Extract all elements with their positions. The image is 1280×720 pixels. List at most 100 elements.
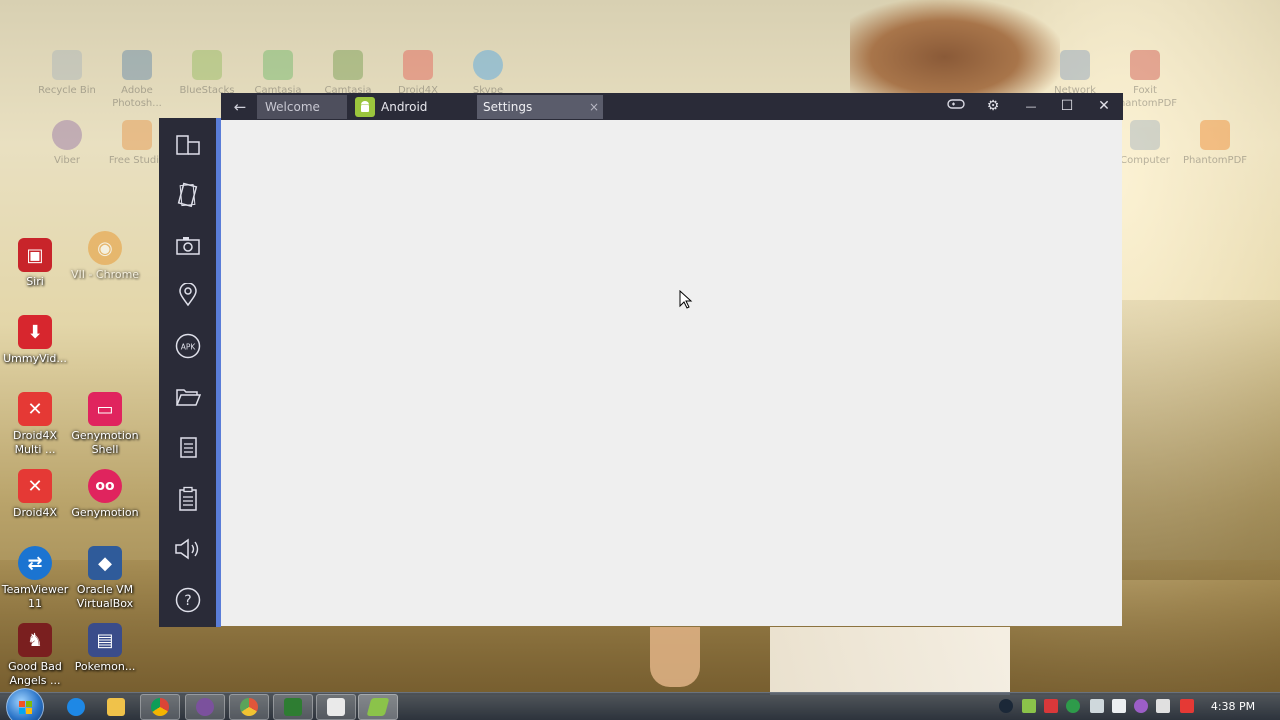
desktop-icon-siri[interactable]: ▣ Siri (0, 238, 70, 289)
rotate-screen-icon[interactable] (173, 130, 203, 160)
desktop-icon-network[interactable]: Network (1040, 50, 1110, 97)
wallpaper-figure-dress (770, 627, 1010, 695)
taskbar-file-explorer[interactable] (96, 694, 136, 720)
free-studio-icon (122, 120, 152, 150)
desktop-icon-virtualbox[interactable]: ◆ Oracle VM VirtualBox (70, 546, 140, 611)
desktop-icon-droid4x[interactable]: ✕ Droid4X (0, 469, 70, 520)
screenshot-camera-icon[interactable] (173, 231, 203, 261)
svg-text:APK: APK (181, 343, 197, 352)
desktop-icon-droid4x-top[interactable]: Droid4X (383, 50, 453, 97)
internet-explorer-icon (67, 698, 85, 716)
camtasia-recorder-icon (284, 698, 302, 716)
location-pin-icon[interactable] (173, 280, 203, 310)
bluestacks-icon (192, 50, 222, 80)
emulator-content-area[interactable] (221, 120, 1122, 626)
phantompdf-icon (1200, 120, 1230, 150)
settings-gear-icon[interactable]: ⚙ (978, 93, 1008, 120)
steam-tray-icon[interactable] (999, 699, 1013, 713)
genymotion-shell-icon: ▭ (88, 392, 122, 426)
viber-tray-icon[interactable] (1134, 699, 1148, 713)
tab-android[interactable]: Android (351, 95, 473, 119)
tab-welcome-label: Welcome (265, 100, 320, 114)
action-center-tray-icon[interactable] (1156, 699, 1170, 713)
taskbar-camtasia-recorder[interactable] (273, 694, 313, 720)
camtasia-icon (333, 50, 363, 80)
tab-close-icon[interactable]: × (589, 95, 599, 119)
folder-icon[interactable] (173, 382, 203, 412)
droid4x-icon (403, 50, 433, 80)
genymotion-icon: oo (88, 469, 122, 503)
desktop-icon-viber-top[interactable]: Viber (32, 120, 102, 167)
viber-icon (52, 120, 82, 150)
desktop-icon-pokemon[interactable]: ▤ Pokemon... (70, 623, 140, 674)
maximize-button[interactable]: ☐ (1052, 93, 1082, 120)
taskbar-bluestacks[interactable] (358, 694, 398, 720)
wallpaper-trees (1120, 300, 1280, 580)
bluestacks-icon (366, 698, 390, 716)
desktop-icon-camtasia-1[interactable]: Camtasia (243, 50, 313, 97)
tab-settings-label: Settings (483, 100, 533, 114)
desktop-icon-genymotion[interactable]: oo Genymotion (70, 469, 140, 520)
taskbar: 4:38 PM (0, 688, 1280, 720)
camtasia-icon (263, 50, 293, 80)
viber-icon (196, 698, 214, 716)
sync-tray-icon[interactable] (1066, 699, 1080, 713)
desktop-icon-good-bad-angels[interactable]: ♞ Good Bad Angels ... (0, 623, 70, 688)
desktop-icon-recycle-bin[interactable]: Recycle Bin (32, 50, 102, 97)
apk-install-icon[interactable]: APK (173, 331, 203, 361)
close-button[interactable]: ✕ (1089, 93, 1119, 120)
start-button[interactable] (6, 688, 44, 720)
wallpaper-figure-arm (650, 627, 700, 687)
desktop-icon-phantompdf[interactable]: PhantomPDF (1180, 120, 1250, 167)
android-icon (355, 97, 375, 117)
bluestacks-tray-icon[interactable] (1022, 699, 1036, 713)
chrome-icon (151, 698, 169, 716)
emulator-sidebar: APK ? (159, 118, 221, 627)
minimize-button[interactable]: — (1016, 93, 1046, 120)
back-arrow-icon[interactable]: ← (229, 97, 251, 117)
foxit-icon (1130, 50, 1160, 80)
desktop-icon-droid4x-multi[interactable]: ✕ Droid4X Multi ... (0, 392, 70, 457)
taskbar-chrome[interactable] (140, 694, 180, 720)
desktop-icon-ummyvideo[interactable]: ⬇ UmmyVid... (0, 315, 70, 366)
network-tray-icon[interactable] (1090, 699, 1104, 713)
volume-speaker-icon[interactable] (173, 534, 203, 564)
teamviewer-icon: ⇄ (18, 546, 52, 580)
download-icon: ⬇ (18, 315, 52, 349)
tab-welcome[interactable]: Welcome (257, 95, 347, 119)
photoshop-icon (122, 50, 152, 80)
chrome-icon (240, 698, 258, 716)
desktop-icon-photoshop[interactable]: Adobe Photosh... (102, 50, 172, 110)
taskbar-chrome-canary[interactable] (229, 694, 269, 720)
taskbar-camtasia-studio[interactable] (316, 694, 356, 720)
folder-icon (107, 698, 125, 716)
tab-android-label: Android (381, 100, 428, 114)
taskbar-clock[interactable]: 4:38 PM (1208, 693, 1258, 720)
pokemon-icon: ▤ (88, 623, 122, 657)
help-icon[interactable]: ? (173, 585, 203, 615)
window-titlebar: ← Welcome Android Settings × ⚙ — ☐ ✕ (221, 93, 1123, 120)
desktop-icon-chrome[interactable]: ◉ VII - Chrome (70, 231, 140, 282)
game-icon: ♞ (18, 623, 52, 657)
virtualbox-icon: ◆ (88, 546, 122, 580)
tab-settings[interactable]: Settings × (477, 95, 603, 119)
chrome-icon: ◉ (88, 231, 122, 265)
vivaldi-tray-icon[interactable] (1044, 699, 1058, 713)
flag-alert-tray-icon[interactable] (1180, 699, 1194, 713)
taskbar-internet-explorer[interactable] (56, 694, 96, 720)
desktop-icon-genymotion-shell[interactable]: ▭ Genymotion Shell (70, 392, 140, 457)
gamepad-icon[interactable] (941, 93, 971, 120)
droid4x-icon: ✕ (18, 469, 52, 503)
desktop-icon-skype[interactable]: Skype (453, 50, 523, 97)
desktop-icon-teamviewer[interactable]: ⇄ TeamViewer 11 (0, 546, 70, 611)
volume-tray-icon[interactable] (1112, 699, 1126, 713)
taskbar-viber[interactable] (185, 694, 225, 720)
paste-clipboard-icon[interactable] (173, 484, 203, 514)
network-icon (1060, 50, 1090, 80)
copy-icon[interactable] (173, 433, 203, 463)
mouse-cursor-icon (679, 289, 693, 314)
shake-icon[interactable] (173, 180, 203, 210)
desktop-icon-camtasia-2[interactable]: Camtasia (313, 50, 383, 97)
camtasia-studio-icon (327, 698, 345, 716)
desktop-icon-bluestacks[interactable]: BlueStacks (172, 50, 242, 97)
